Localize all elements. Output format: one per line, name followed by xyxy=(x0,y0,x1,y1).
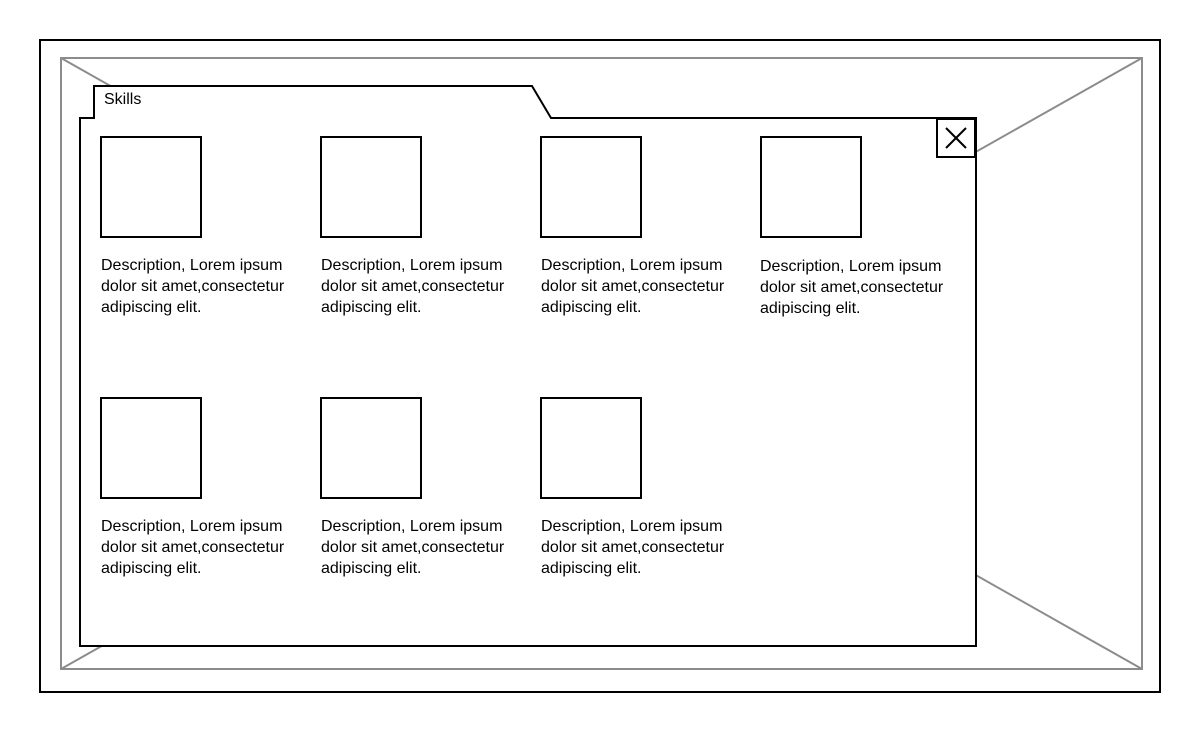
skill-2-description: Description, Lorem ipsum dolor sit amet,… xyxy=(321,257,505,316)
close-icon xyxy=(945,127,967,149)
skills-tab-label[interactable]: Skills xyxy=(104,90,141,110)
skill-5-description: Description, Lorem ipsum dolor sit amet,… xyxy=(101,518,285,577)
skill-6-image-placeholder xyxy=(320,397,422,499)
skill-7-description: Description, Lorem ipsum dolor sit amet,… xyxy=(541,518,725,577)
skill-3-description: Description, Lorem ipsum dolor sit amet,… xyxy=(541,257,725,316)
wireframe-canvas xyxy=(39,39,1161,693)
skill-7-image-placeholder xyxy=(540,397,642,499)
skill-4-image-placeholder xyxy=(760,136,862,238)
skill-1-description: Description, Lorem ipsum dolor sit amet,… xyxy=(101,257,285,316)
skill-1-image-placeholder xyxy=(100,136,202,238)
skill-3-image-placeholder xyxy=(540,136,642,238)
skill-4-description: Description, Lorem ipsum dolor sit amet,… xyxy=(760,258,944,317)
close-button[interactable] xyxy=(936,118,976,158)
skill-5-image-placeholder xyxy=(100,397,202,499)
skill-6-description: Description, Lorem ipsum dolor sit amet,… xyxy=(321,518,505,577)
skill-2-image-placeholder xyxy=(320,136,422,238)
